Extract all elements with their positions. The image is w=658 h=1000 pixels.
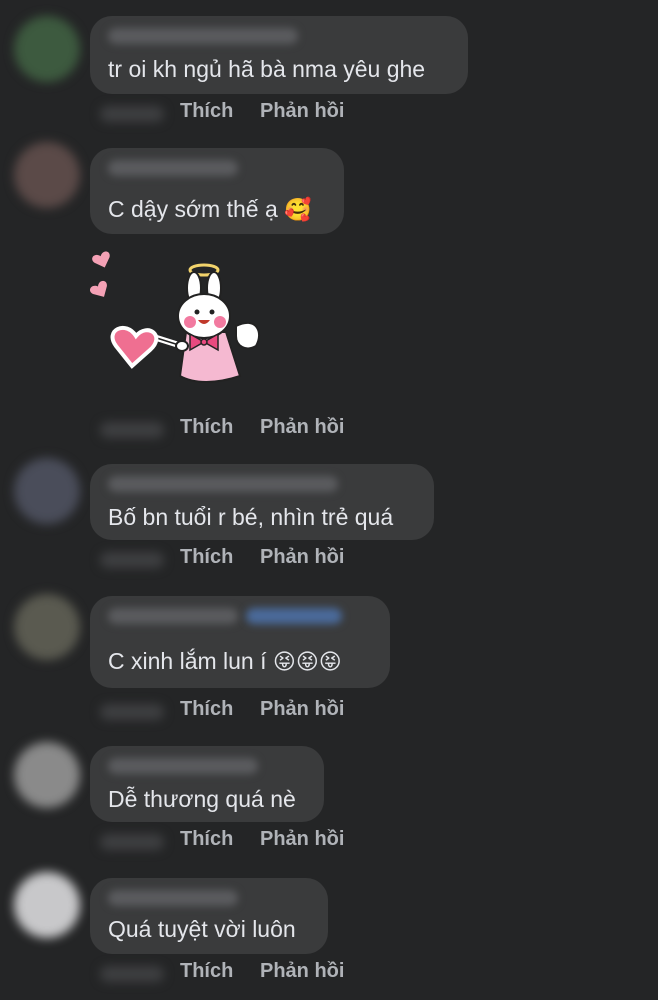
avatar[interactable] xyxy=(14,742,80,808)
comment-bubble[interactable]: Bố bn tuổi r bé, nhìn trẻ quá xyxy=(90,464,434,540)
comment-time xyxy=(100,552,164,568)
like-button[interactable]: Thích xyxy=(180,416,233,439)
comment-time xyxy=(100,106,164,122)
smiling-hearts-emoji-icon: 🥰 xyxy=(284,198,312,223)
reply-button[interactable]: Phản hồi xyxy=(260,960,344,983)
small-heart-icon xyxy=(90,280,107,297)
comment-text: Dễ thương quá nè xyxy=(108,786,296,812)
angel-bunny-sticker[interactable] xyxy=(86,246,266,388)
like-button[interactable]: Thích xyxy=(180,546,233,569)
reply-button[interactable]: Phản hồi xyxy=(260,546,344,569)
comment-text-content: C dậy sớm thế ạ xyxy=(108,196,278,222)
comment-bubble[interactable]: Quá tuyệt vời luôn xyxy=(90,878,328,954)
reply-button[interactable]: Phản hồi xyxy=(260,828,344,851)
comment-bubble[interactable]: tr oi kh ngủ hã bà nma yêu ghe xyxy=(90,16,468,94)
comment-bubble[interactable]: Dễ thương quá nè xyxy=(90,746,324,822)
reply-button[interactable]: Phản hồi xyxy=(260,698,344,721)
comment-bubble[interactable]: C dậy sớm thế ạ 🥰 xyxy=(90,148,344,234)
avatar[interactable] xyxy=(14,594,80,660)
avatar[interactable] xyxy=(14,16,80,82)
commenter-name[interactable] xyxy=(108,608,238,624)
like-button[interactable]: Thích xyxy=(180,698,233,721)
avatar[interactable] xyxy=(14,872,80,938)
commenter-name[interactable] xyxy=(108,476,338,492)
commenter-name[interactable] xyxy=(108,160,238,176)
comment-text: tr oi kh ngủ hã bà nma yêu ghe xyxy=(108,56,426,82)
commenter-name-tag[interactable] xyxy=(246,608,342,624)
comment-bubble[interactable]: C xinh lắm lun í 😝😝😝 xyxy=(90,596,390,688)
comment-text: C xinh lắm lun í 😝😝😝 xyxy=(108,648,342,675)
comment-text: C dậy sớm thế ạ 🥰 xyxy=(108,196,312,223)
comment-time xyxy=(100,422,164,438)
comment-text: Bố bn tuổi r bé, nhìn trẻ quá xyxy=(108,504,394,530)
wand-heart-icon xyxy=(110,325,159,369)
avatar[interactable] xyxy=(14,142,80,208)
avatar[interactable] xyxy=(14,458,80,524)
reply-button[interactable]: Phản hồi xyxy=(260,416,344,439)
comment-text-content: C xinh lắm lun í xyxy=(108,648,267,674)
like-button[interactable]: Thích xyxy=(180,828,233,851)
comment-text: Quá tuyệt vời luôn xyxy=(108,916,296,942)
commenter-name[interactable] xyxy=(108,758,258,774)
squinting-tongue-emoji-icon: 😝😝😝 xyxy=(272,650,342,675)
comment-time xyxy=(100,966,164,982)
reply-button[interactable]: Phản hồi xyxy=(260,100,344,123)
comment-time xyxy=(100,704,164,720)
comment-time xyxy=(100,834,164,850)
like-button[interactable]: Thích xyxy=(180,960,233,983)
commenter-name[interactable] xyxy=(108,28,298,44)
small-heart-icon xyxy=(92,251,110,268)
like-button[interactable]: Thích xyxy=(180,100,233,123)
commenter-name[interactable] xyxy=(108,890,238,906)
